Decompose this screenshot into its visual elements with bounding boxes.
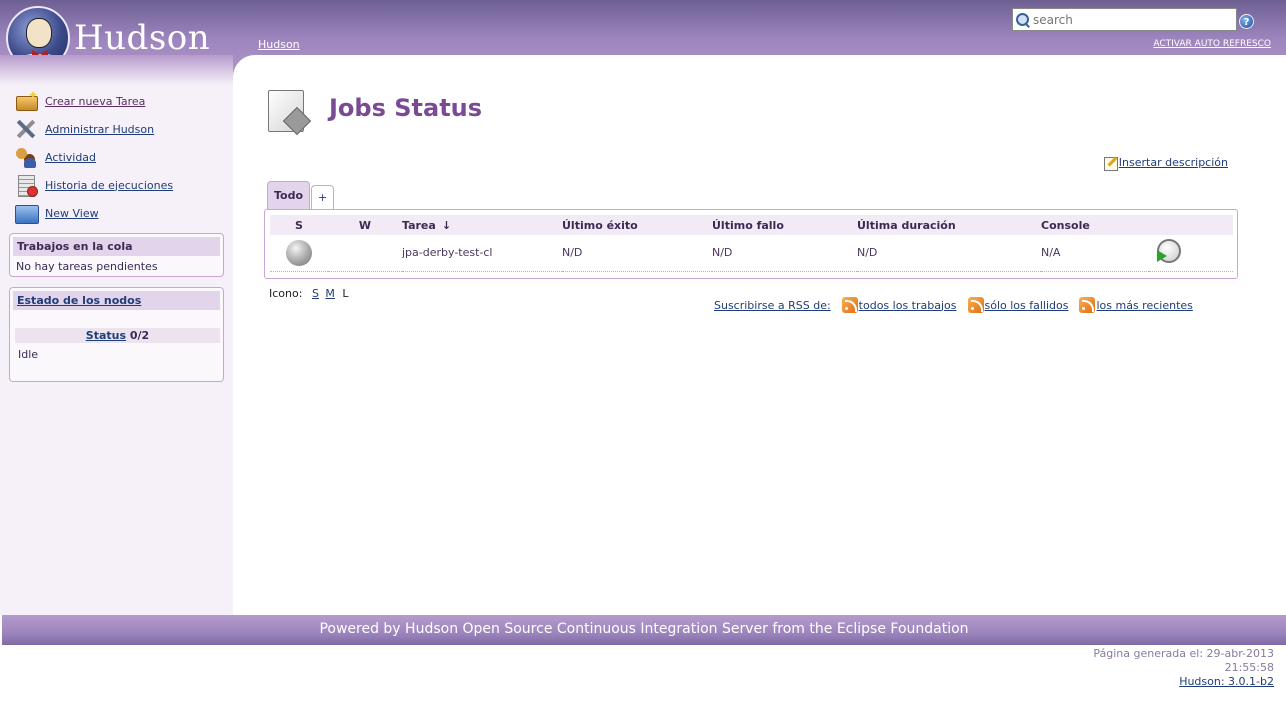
job-name-cell: jpa-derby-test-cl [402, 235, 562, 272]
brand-name: Hudson [74, 18, 211, 58]
sort-down-icon: ↓ [441, 218, 452, 232]
status-cell [270, 235, 328, 272]
icon-size-small[interactable]: S [312, 287, 319, 300]
rss-feed-icon [841, 297, 858, 313]
col-header-status[interactable]: S [270, 215, 328, 235]
edit-description-icon [1103, 155, 1118, 171]
build-history-icon [14, 174, 38, 197]
schedule-build-icon[interactable] [1157, 239, 1181, 264]
table-header-row: S W Tarea ↓ Último éxito Último fallo Últ… [270, 215, 1233, 235]
sidebar-item-new-job[interactable]: Crear nueva Tarea [14, 88, 145, 112]
jobs-table-container: S W Tarea ↓ Último éxito Último fallo Últ… [264, 209, 1238, 279]
sidebar-item-new-view[interactable]: New View [14, 202, 99, 224]
console-cell: N/A [1041, 235, 1149, 272]
col-header-job-label: Tarea [402, 218, 436, 232]
executor-idle-text: Idle [18, 348, 39, 361]
col-header-job[interactable]: Tarea ↓ [402, 215, 562, 235]
help-icon[interactable]: ? [1239, 14, 1254, 29]
sidebar-item-label[interactable]: New View [45, 207, 99, 220]
build-queue-title: Trabajos en la cola [13, 237, 220, 256]
enable-autorefresh-link[interactable]: ACTIVAR AUTO REFRESCO [1153, 39, 1271, 49]
rss-failed[interactable]: sólo los fallidos [967, 297, 1069, 313]
sidebar-item-activity[interactable]: Actividad [14, 146, 96, 168]
search-input[interactable] [1033, 12, 1233, 27]
executors-title-link[interactable]: Estado de los nodos [17, 294, 141, 307]
main-panel [233, 55, 1286, 615]
executors-title: Estado de los nodos [13, 291, 220, 310]
sidebar-item-label[interactable]: Actividad [45, 151, 96, 164]
last-failure-cell: N/D [712, 235, 857, 272]
rss-feed-icon [967, 297, 984, 313]
executor-count: 0/2 [129, 329, 150, 342]
icon-size-large: L [342, 287, 349, 300]
weather-cell [328, 235, 402, 272]
status-grey-ball-icon [286, 239, 312, 266]
last-duration-cell: N/D [857, 235, 1041, 272]
rss-latest-link[interactable]: los más recientes [1096, 299, 1192, 312]
build-queue-box: Trabajos en la cola No hay tareas pendie… [9, 233, 224, 277]
rss-all[interactable]: todos los trabajos [841, 297, 957, 313]
last-success-cell: N/D [562, 235, 712, 272]
col-header-last-duration[interactable]: Última duración [857, 215, 1041, 235]
icon-size-label: Icono: [269, 287, 303, 300]
executor-status-row: Status 0/2 [15, 328, 220, 343]
page-generated-date: Página generada el: 29-abr-2013 [1093, 647, 1274, 660]
page-generated-time: 21:55:58 [1224, 661, 1274, 674]
rss-bar: Suscribirse a RSS de: todos los trabajos… [714, 297, 1193, 313]
sidebar-item-label[interactable]: Crear nueva Tarea [45, 95, 145, 108]
col-header-weather[interactable]: W [328, 215, 402, 235]
sidebar-item-manage-hudson[interactable]: Administrar Hudson [14, 118, 154, 140]
search-box[interactable] [1012, 8, 1237, 31]
breadcrumb-home-link[interactable]: Hudson [258, 38, 300, 51]
sidebar-item-label[interactable]: Administrar Hudson [45, 123, 154, 136]
folder-icon [14, 202, 39, 224]
actions-cell [1149, 235, 1233, 272]
sidebar-top-gradient [0, 55, 233, 85]
page-title: Jobs Status [329, 94, 483, 122]
version-info: Hudson: 3.0.1-b2 [1093, 675, 1274, 689]
sidebar-item-build-history[interactable]: Historia de ejecuciones [14, 174, 173, 197]
jobs-status-page-icon [266, 89, 312, 136]
sidebar-item-label[interactable]: Historia de ejecuciones [45, 179, 173, 192]
view-tabs: Todo + [267, 181, 335, 210]
col-header-console[interactable]: Console [1041, 215, 1149, 235]
tab-todo[interactable]: Todo [267, 181, 311, 210]
breadcrumb: Hudson [258, 38, 300, 51]
col-header-actions [1149, 215, 1233, 235]
job-link[interactable]: jpa-derby-test-cl [402, 246, 493, 259]
executor-status-link[interactable]: Status [86, 329, 126, 342]
rss-all-link[interactable]: todos los trabajos [859, 299, 957, 312]
version-link[interactable]: Hudson: 3.0.1-b2 [1179, 675, 1274, 688]
build-queue-empty-text: No hay tareas pendientes [16, 260, 158, 273]
tab-add-view[interactable]: + [311, 185, 335, 210]
table-row: jpa-derby-test-cl N/D N/D N/D N/A [270, 235, 1233, 272]
rss-feed-icon [1079, 297, 1096, 313]
icon-size-medium[interactable]: M [325, 287, 335, 300]
rss-label: Suscribirse a RSS de: [714, 298, 831, 312]
rss-latest[interactable]: los más recientes [1079, 297, 1193, 313]
autorefresh: ACTIVAR AUTO REFRESCO [1153, 39, 1271, 49]
jobs-table: S W Tarea ↓ Último éxito Último fallo Últ… [270, 215, 1233, 272]
executors-box: Estado de los nodos Status 0/2 Idle [9, 287, 224, 382]
footer-bar: Powered by Hudson Open Source Continuous… [2, 615, 1286, 645]
new-job-icon [14, 88, 38, 112]
search-icon [1015, 12, 1031, 28]
admin-tools-icon [14, 118, 38, 140]
add-description-link[interactable]: Insertar descripción [1119, 156, 1228, 169]
col-header-last-success[interactable]: Último éxito [562, 215, 712, 235]
add-description[interactable]: Insertar descripción [1103, 155, 1228, 171]
col-header-last-failure[interactable]: Último fallo [712, 215, 857, 235]
icon-size-selector: Icono: S M L [269, 287, 349, 300]
people-icon [14, 146, 38, 168]
rss-failed-link[interactable]: sólo los fallidos [985, 299, 1069, 312]
footer-info: Página generada el: 29-abr-2013 21:55:58… [1093, 647, 1274, 689]
